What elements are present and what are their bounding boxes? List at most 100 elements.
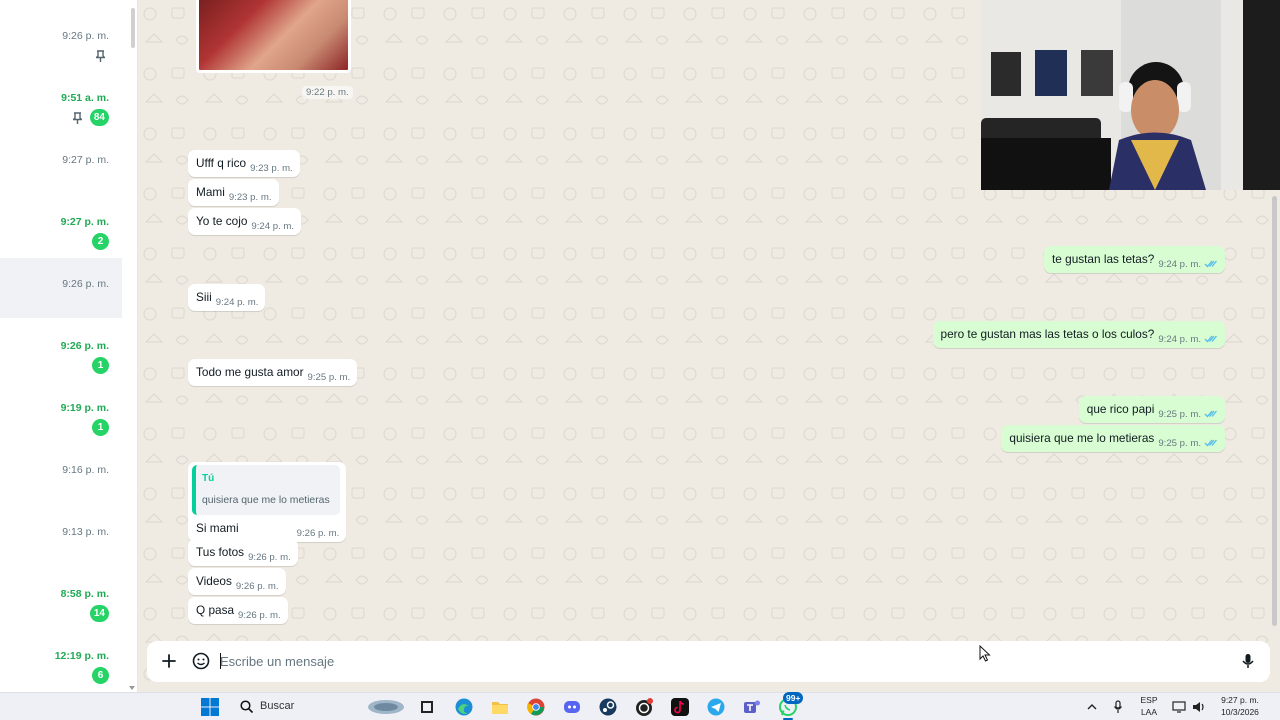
message-text: quisiera que me lo metieras <box>1009 431 1155 445</box>
network-icon[interactable] <box>1172 701 1186 713</box>
chat-list-item[interactable]: 9:26 p. m. 1 <box>0 320 122 380</box>
chat-list-item[interactable]: 9:51 a. m. 84 <box>0 72 122 132</box>
tiktok-icon[interactable] <box>670 697 690 717</box>
chat-list-item[interactable]: 8:58 p. m. 14 <box>0 568 122 628</box>
message-text: Siii <box>196 290 212 304</box>
obs-icon[interactable] <box>634 697 654 717</box>
incoming-message[interactable]: Yo te cojo 9:24 p. m. <box>188 208 302 235</box>
chat-time: 9:19 p. m. <box>60 402 109 414</box>
windows-taskbar: Buscar 99+ ESP LAA 9:27 p. m. 10/3/2026 <box>0 692 1280 720</box>
incoming-message[interactable]: Todo me gusta amor 9:25 p. m. <box>188 359 358 386</box>
telegram-icon[interactable] <box>706 697 726 717</box>
chat-time: 12:19 p. m. <box>54 650 109 662</box>
chevron-up-icon[interactable] <box>1087 703 1097 711</box>
message-composer <box>147 641 1270 682</box>
scroll-down-arrow-icon[interactable] <box>129 686 135 690</box>
language-layout[interactable]: LAA <box>1138 707 1160 717</box>
chat-time: 8:58 p. m. <box>60 588 109 600</box>
chat-scrollbar[interactable] <box>1272 196 1277 626</box>
outgoing-message[interactable]: quisiera que me lo metieras 9:25 p. m. <box>1001 425 1225 452</box>
message-time: 9:26 p. m. <box>235 581 279 592</box>
chat-list-item[interactable]: 9:26 p. m. <box>0 10 122 70</box>
chat-time: 9:26 p. m. <box>62 278 109 290</box>
taskbar-search[interactable]: Buscar <box>233 696 433 718</box>
chat-list-item[interactable]: 9:16 p. m. <box>0 444 122 504</box>
plus-icon[interactable] <box>159 651 179 671</box>
outgoing-message[interactable]: pero te gustan mas las tetas o los culos… <box>932 321 1225 348</box>
task-view-icon[interactable] <box>417 697 437 717</box>
search-highlight-icon <box>368 700 404 714</box>
message-time: 9:26 p. m. <box>248 552 291 563</box>
microphone-icon[interactable] <box>1238 651 1258 671</box>
message-text: Videos <box>196 574 232 588</box>
webcam-overlay <box>981 0 1280 190</box>
quoted-author: Tú <box>202 473 215 484</box>
file-explorer-icon[interactable] <box>490 697 510 717</box>
message-text: que rico papi <box>1086 402 1155 416</box>
message-text: Yo te cojo <box>196 214 248 228</box>
microphone-tray-icon[interactable] <box>1113 700 1123 714</box>
quoted-message[interactable]: Tú quisiera que me lo metieras <box>192 465 340 515</box>
unread-badge: 6 <box>92 667 109 684</box>
clock-date[interactable]: 10/3/2026 <box>1214 707 1266 717</box>
edge-browser-icon[interactable] <box>454 697 474 717</box>
chat-list-item[interactable]: 12:19 p. m. 6 <box>0 630 122 690</box>
incoming-message[interactable]: Siii 9:24 p. m. <box>188 284 266 311</box>
sticker-icon[interactable] <box>191 651 211 671</box>
volume-icon[interactable] <box>1192 701 1206 713</box>
chat-list-item-selected[interactable]: 9:26 p. m. <box>0 258 122 318</box>
message-time: 9:25 p. m. <box>307 372 351 383</box>
chat-list-item[interactable]: 9:13 p. m. <box>0 506 122 566</box>
message-text: Tus fotos <box>196 545 245 559</box>
outgoing-message[interactable]: que rico papi 9:25 p. m. <box>1078 396 1225 423</box>
message-text: Ufff q rico <box>196 156 247 170</box>
clock-time[interactable]: 9:27 p. m. <box>1214 695 1266 705</box>
incoming-reply-message[interactable]: Tú quisiera que me lo metieras Si mami 9:… <box>188 462 347 542</box>
outgoing-message[interactable]: te gustan las tetas? 9:24 p. m. <box>1044 246 1225 273</box>
message-time: 9:23 p. m. <box>228 192 272 203</box>
windows-start-icon[interactable] <box>200 697 220 717</box>
pin-icon <box>73 112 82 124</box>
text-caret <box>220 653 221 669</box>
incoming-message[interactable]: Ufff q rico 9:23 p. m. <box>188 150 300 177</box>
message-text: Si mami <box>196 521 239 535</box>
chat-time: 9:26 p. m. <box>62 30 109 42</box>
teams-icon[interactable] <box>742 697 762 717</box>
chat-time: 9:51 a. m. <box>61 92 109 104</box>
message-time: 9:23 p. m. <box>250 163 293 174</box>
chat-time: 9:13 p. m. <box>62 526 109 538</box>
message-time: 9:25 p. m. <box>1158 438 1201 449</box>
incoming-message[interactable]: Videos 9:26 p. m. <box>188 568 286 595</box>
message-text: Todo me gusta amor <box>196 365 304 379</box>
discord-icon[interactable] <box>562 697 582 717</box>
read-ticks-icon <box>1204 335 1218 343</box>
incoming-message[interactable]: Mami 9:23 p. m. <box>188 179 279 206</box>
unread-badge: 84 <box>89 109 109 126</box>
message-time: 9:24 p. m. <box>1158 334 1201 345</box>
chat-list-item[interactable]: 9:27 p. m. 2 <box>0 196 122 256</box>
mouse-cursor-icon <box>979 645 991 662</box>
message-time: 9:22 p. m. <box>302 86 353 99</box>
image-message[interactable] <box>196 0 351 73</box>
read-ticks-icon <box>1204 439 1218 447</box>
message-time: 9:24 p. m. <box>215 297 259 308</box>
chat-time: 9:26 p. m. <box>60 340 109 352</box>
chrome-icon[interactable] <box>526 697 546 717</box>
steam-icon[interactable] <box>598 697 618 717</box>
unread-badge: 14 <box>89 605 109 622</box>
message-time: 9:26 p. m. <box>238 610 281 621</box>
chat-list-scrollbar[interactable] <box>131 8 135 48</box>
quoted-text: quisiera que me lo metieras <box>202 495 330 506</box>
read-ticks-icon <box>1204 410 1218 418</box>
language-indicator[interactable]: ESP <box>1138 695 1160 705</box>
incoming-message[interactable]: Tus fotos 9:26 p. m. <box>188 539 298 566</box>
message-time: 9:24 p. m. <box>1158 259 1201 270</box>
chat-time: 9:27 p. m. <box>60 216 109 228</box>
read-ticks-icon <box>1204 260 1218 268</box>
unread-badge: 2 <box>92 233 109 250</box>
message-text: te gustan las tetas? <box>1052 252 1155 266</box>
chat-list-item[interactable]: 9:27 p. m. <box>0 134 122 194</box>
notification-badge: 99+ <box>783 692 804 704</box>
incoming-message[interactable]: Q pasa 9:26 p. m. <box>188 597 288 624</box>
chat-list-item[interactable]: 9:19 p. m. 1 <box>0 382 122 442</box>
